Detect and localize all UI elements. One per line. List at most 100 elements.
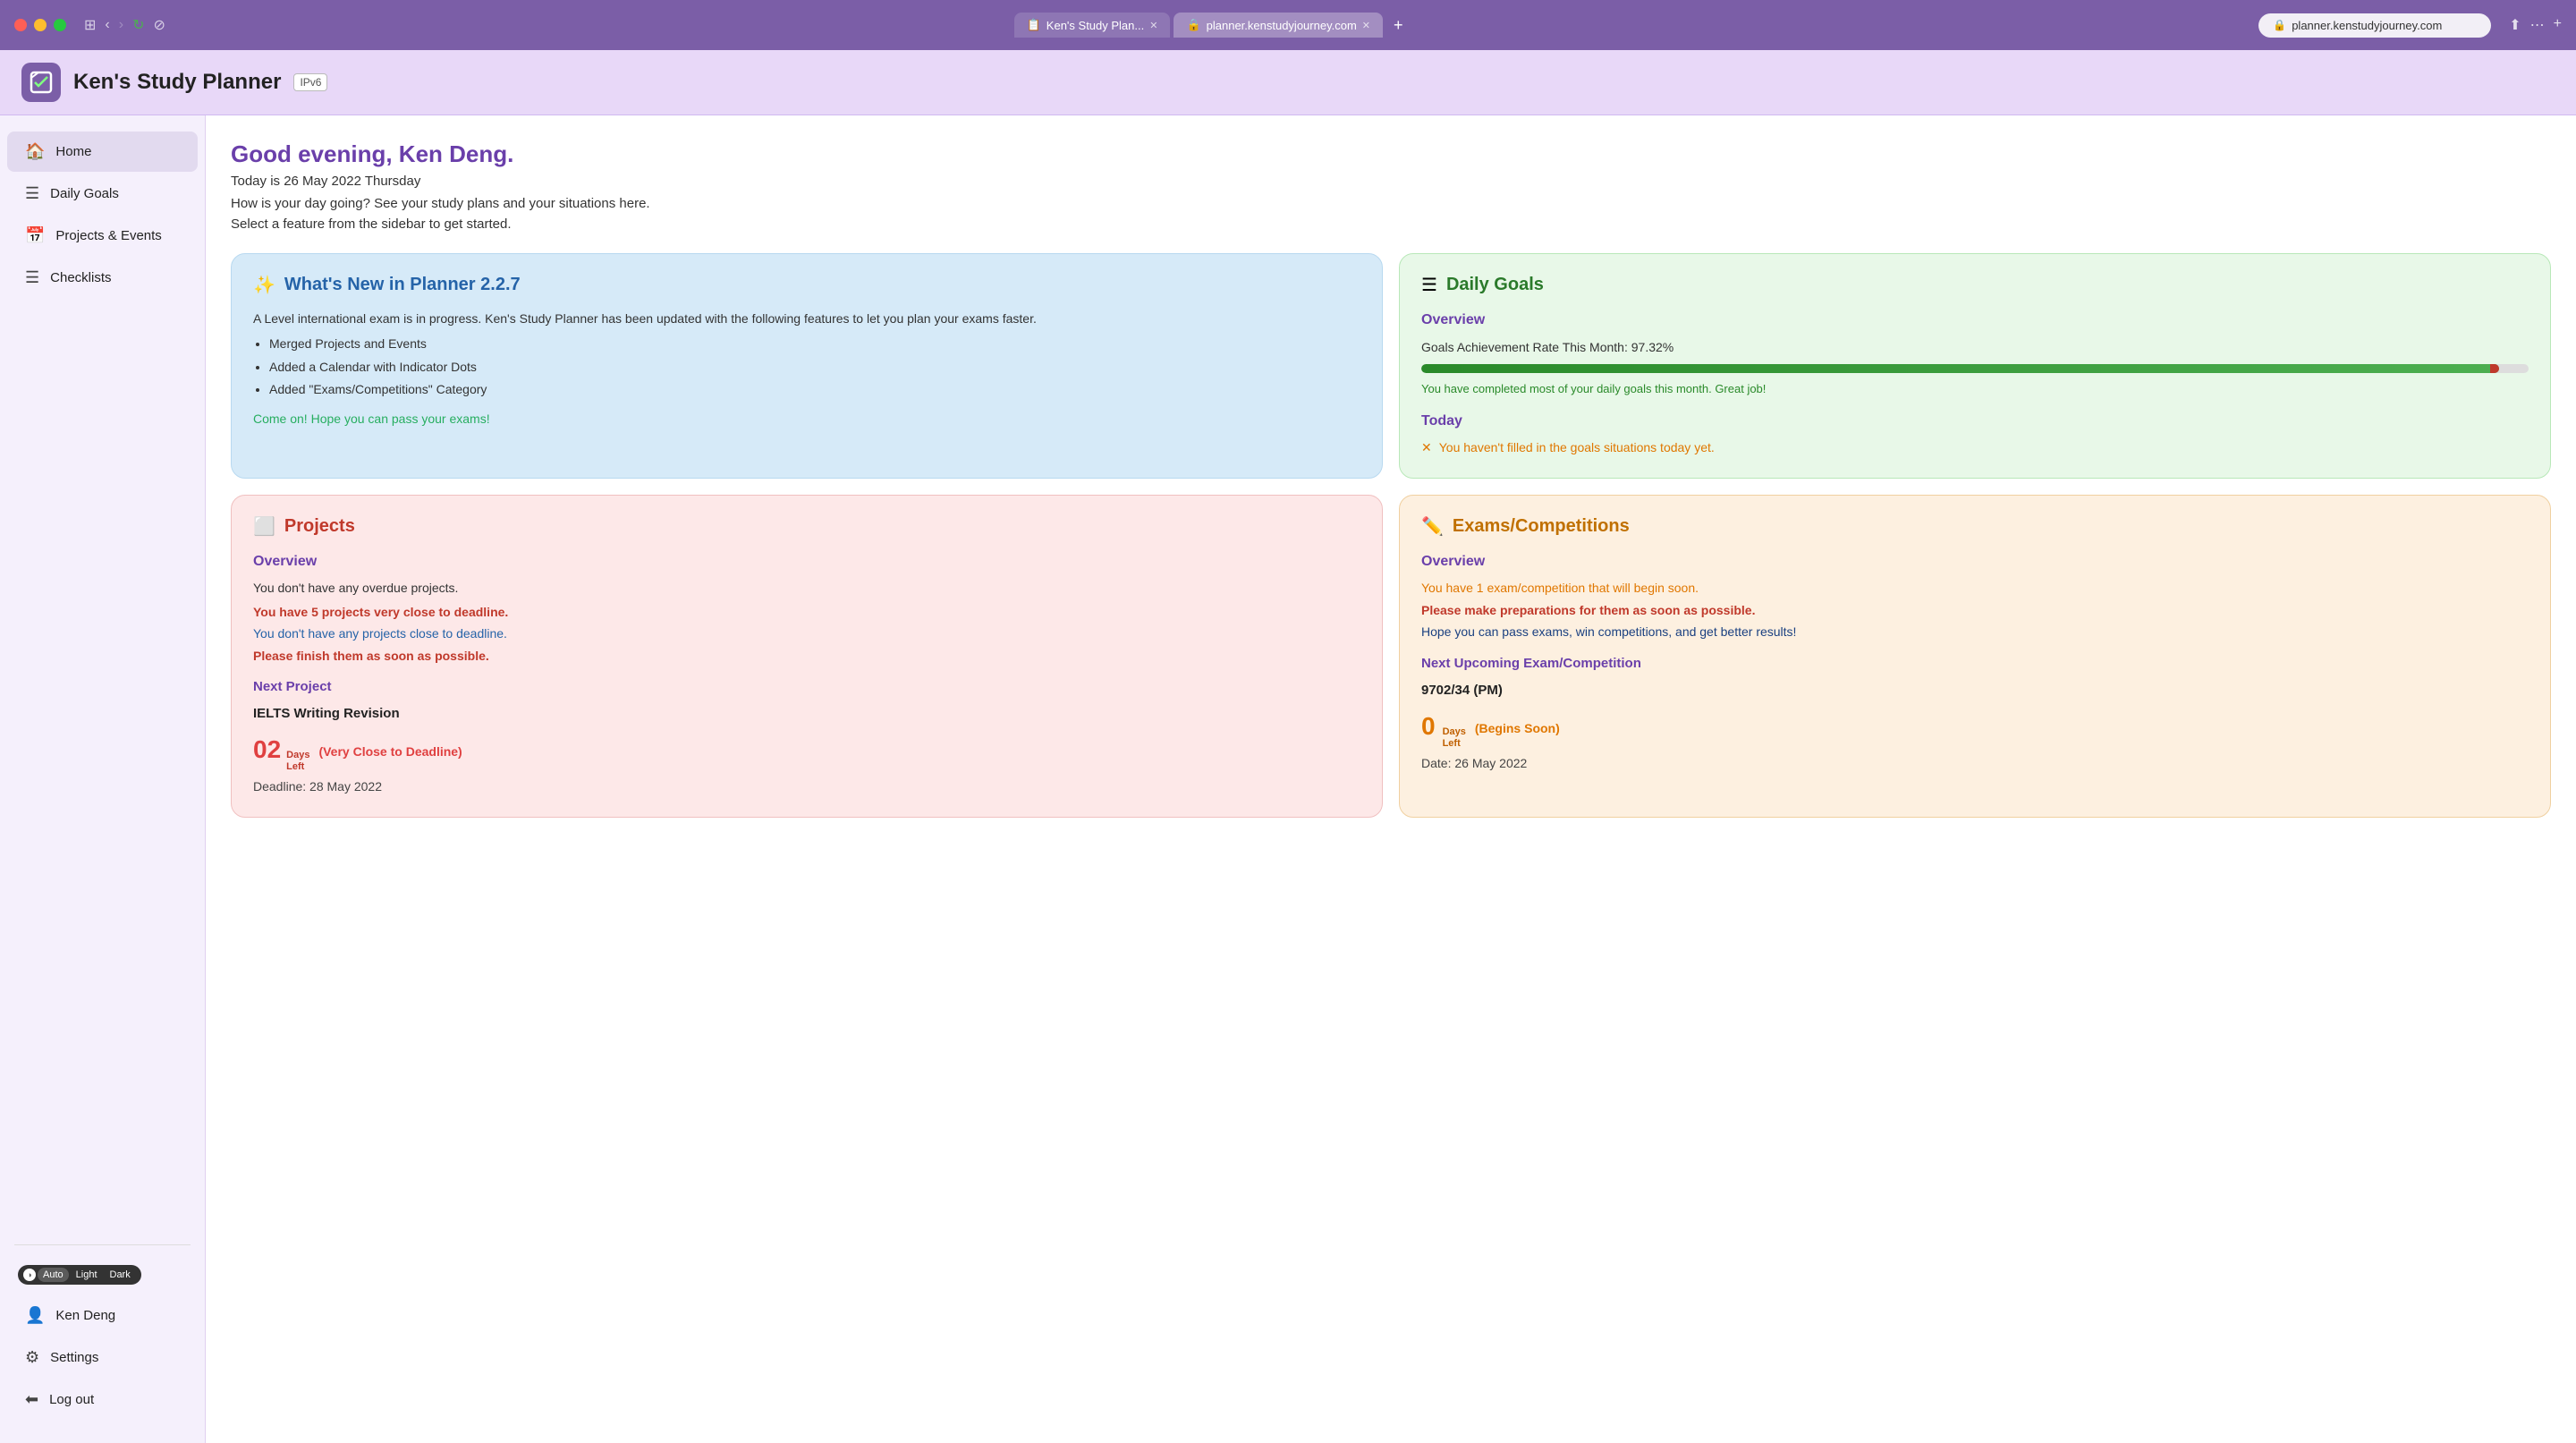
card-projects: ⬜ Projects Overview You don't have any o…: [231, 495, 1383, 818]
exams-begins-soon: You have 1 exam/competition that will be…: [1421, 578, 2529, 598]
card-new-body: A Level international exam is in progres…: [253, 309, 1360, 429]
user-icon: 👤: [25, 1306, 45, 1325]
goals-achievement-text: Goals Achievement Rate This Month: 97.32…: [1421, 337, 2529, 357]
refresh-icon[interactable]: ↻: [132, 16, 144, 34]
card-exams-title: Exams/Competitions: [1453, 516, 1630, 537]
checklists-icon: ☰: [25, 268, 39, 287]
projects-no-close: You don't have any projects close to dea…: [253, 624, 1360, 643]
exams-days-number: 0: [1421, 707, 1436, 747]
tab-planner[interactable]: 🔒 planner.kenstudyjourney.com ✕: [1174, 13, 1383, 38]
card-goals-title: Daily Goals: [1446, 275, 1544, 295]
ipv6-badge: IPv6: [293, 73, 327, 91]
settings-icon: ⚙: [25, 1348, 39, 1367]
goals-today-section: Today ✕ You haven't filled in the goals …: [1421, 410, 2529, 458]
sidebar-label-checklists: Checklists: [50, 270, 111, 285]
projects-icon: 📅: [25, 226, 45, 245]
main-content: Good evening, Ken Deng. Today is 26 May …: [206, 115, 2576, 1443]
exams-next-name: 9702/34 (PM): [1421, 680, 2529, 701]
minimize-button[interactable]: [34, 19, 47, 31]
card-new-text: A Level international exam is in progres…: [253, 309, 1360, 328]
goals-today-warning-text: You haven't filled in the goals situatio…: [1439, 437, 1715, 457]
sidebar-divider: [14, 1244, 191, 1245]
exams-urgency: (Begins Soon): [1475, 718, 1560, 738]
projects-next-label: Next Project: [253, 676, 1360, 698]
new-tab-icon[interactable]: +: [2554, 16, 2562, 34]
date-line: Today is 26 May 2022 Thursday: [231, 174, 2551, 189]
maximize-button[interactable]: [54, 19, 66, 31]
exams-days-label2: Left: [1443, 738, 1466, 750]
tab-close-active-icon[interactable]: ✕: [1362, 20, 1370, 31]
goals-today-warning: ✕ You haven't filled in the goals situat…: [1421, 437, 2529, 457]
sidebar-item-home[interactable]: 🏠 Home: [7, 132, 198, 172]
exams-days-label1: Days: [1443, 726, 1466, 738]
sidebar-label-projects: Projects & Events: [55, 228, 161, 243]
projects-finish-soon: Please finish them as soon as possible.: [253, 646, 1360, 666]
card-goals-body: Overview Goals Achievement Rate This Mon…: [1421, 309, 2529, 458]
sidebar-item-projects[interactable]: 📅 Projects & Events: [7, 216, 198, 256]
goals-motivation: You have completed most of your daily go…: [1421, 380, 2529, 399]
new-tab-button[interactable]: +: [1386, 16, 1411, 35]
projects-days-label2: Left: [286, 761, 309, 773]
exams-days-box: 0 Days Left: [1421, 707, 1466, 750]
sidebar-item-checklists[interactable]: ☰ Checklists: [7, 258, 198, 298]
card-new-title: What's New in Planner 2.2.7: [284, 275, 521, 295]
card-goals-header: ☰ Daily Goals: [1421, 274, 2529, 296]
goals-progress-bar: [1421, 364, 2529, 373]
card-daily-goals: ☰ Daily Goals Overview Goals Achievement…: [1399, 253, 2551, 479]
projects-deadline-date: Deadline: 28 May 2022: [253, 777, 1360, 796]
projects-urgency: (Very Close to Deadline): [318, 742, 462, 761]
home-icon[interactable]: ⊘: [153, 16, 165, 34]
bullet-3: Added "Exams/Competitions" Category: [269, 379, 1360, 399]
exams-deadline-row: 0 Days Left (Begins Soon): [1421, 707, 2529, 750]
theme-light[interactable]: Light: [71, 1268, 103, 1282]
card-new-cta: Come on! Hope you can pass your exams!: [253, 409, 1360, 429]
card-exams-body: Overview You have 1 exam/competition tha…: [1421, 550, 2529, 774]
exams-overview-label: Overview: [1421, 550, 2529, 573]
lock-icon: 🔒: [2273, 19, 2286, 31]
theme-auto[interactable]: Auto: [38, 1268, 69, 1282]
card-projects-header: ⬜ Projects: [253, 515, 1360, 538]
back-icon[interactable]: ‹: [105, 17, 109, 33]
tab-close-icon[interactable]: ✕: [1149, 20, 1157, 31]
sidebar-item-logout[interactable]: ⬅ Log out: [7, 1379, 198, 1420]
projects-overview-label: Overview: [253, 550, 1360, 573]
projects-very-close: You have 5 projects very close to deadli…: [253, 602, 1360, 622]
app-body: 🏠 Home ☰ Daily Goals 📅 Projects & Events…: [0, 115, 2576, 1443]
browser-chrome: ⊞ ‹ › ↻ ⊘ 📋 Ken's Study Plan... ✕ 🔒 plan…: [0, 0, 2576, 50]
tab-study-plan[interactable]: 📋 Ken's Study Plan... ✕: [1014, 13, 1171, 38]
exams-next-label: Next Upcoming Exam/Competition: [1421, 653, 2529, 675]
exams-card-icon: ✏️: [1421, 515, 1444, 538]
address-bar[interactable]: 🔒 planner.kenstudyjourney.com: [2258, 13, 2491, 38]
bullet-2: Added a Calendar with Indicator Dots: [269, 357, 1360, 377]
projects-next-name: IELTS Writing Revision: [253, 703, 1360, 725]
projects-days-number: 02: [253, 730, 281, 770]
goals-progress-fill: [1421, 364, 2499, 373]
theme-dark[interactable]: Dark: [105, 1268, 136, 1282]
sidebar-toggle-icon[interactable]: ⊞: [84, 16, 96, 34]
traffic-lights: [14, 19, 66, 31]
tab-lock-icon: 🔒: [1186, 18, 1200, 32]
sidebar-item-user[interactable]: 👤 Ken Deng: [7, 1295, 198, 1336]
share-icon[interactable]: ⬆: [2509, 16, 2521, 34]
exams-date: Date: 26 May 2022: [1421, 753, 2529, 773]
sidebar-label-logout: Log out: [49, 1392, 94, 1407]
sidebar-item-daily-goals[interactable]: ☰ Daily Goals: [7, 174, 198, 214]
sidebar-label-user: Ken Deng: [55, 1308, 115, 1323]
app-header: Ken's Study Planner IPv6: [0, 50, 2576, 115]
forward-icon[interactable]: ›: [119, 17, 123, 33]
more-icon[interactable]: ⋯: [2530, 16, 2545, 34]
card-whats-new: ✨ What's New in Planner 2.2.7 A Level in…: [231, 253, 1383, 479]
theme-button-group[interactable]: ◑ Auto Light Dark: [18, 1265, 141, 1285]
greeting: Good evening, Ken Deng.: [231, 140, 2551, 168]
sidebar-item-settings[interactable]: ⚙ Settings: [7, 1337, 198, 1378]
sidebar: 🏠 Home ☰ Daily Goals 📅 Projects & Events…: [0, 115, 206, 1443]
home-icon: 🏠: [25, 142, 45, 161]
logout-icon: ⬅: [25, 1390, 38, 1409]
exams-hope: Hope you can pass exams, win competition…: [1421, 622, 2529, 641]
subtitle: How is your day going? See your study pl…: [231, 196, 2551, 211]
projects-days-box: 02 Days Left: [253, 730, 309, 773]
card-projects-title: Projects: [284, 516, 355, 537]
bullet-1: Merged Projects and Events: [269, 334, 1360, 353]
sidebar-label-settings: Settings: [50, 1350, 98, 1365]
close-button[interactable]: [14, 19, 27, 31]
